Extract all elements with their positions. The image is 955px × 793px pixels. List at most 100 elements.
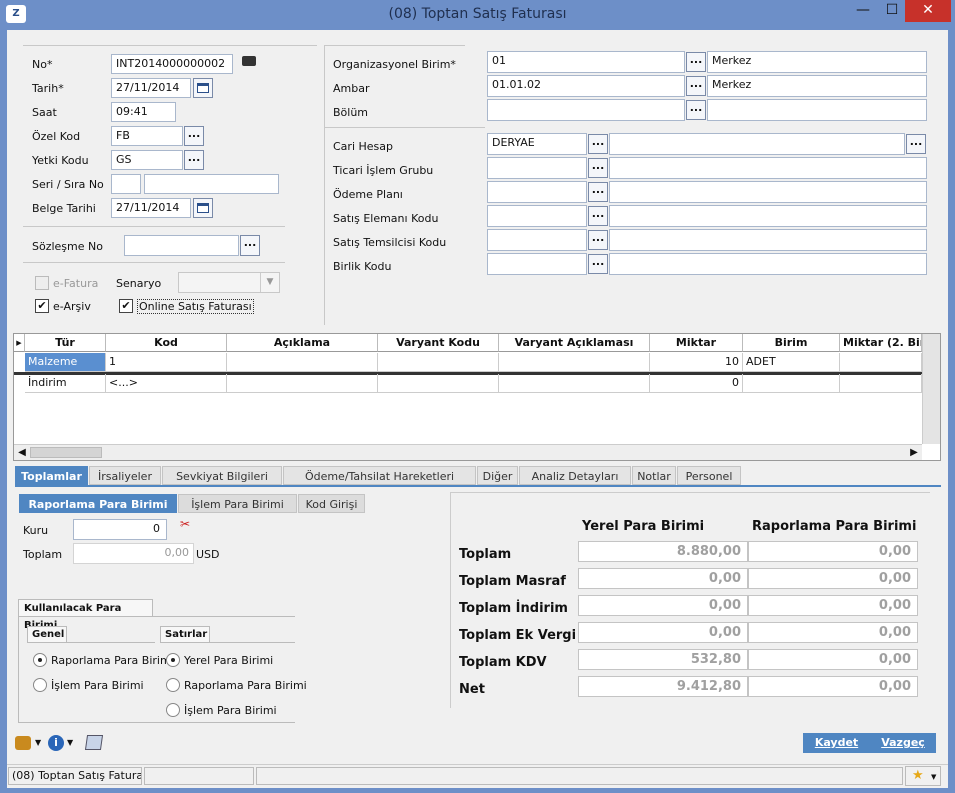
- document-icon[interactable]: [84, 735, 104, 750]
- scroll-thumb[interactable]: [30, 447, 102, 458]
- cari-hesap-name[interactable]: [609, 133, 905, 155]
- minimize-button[interactable]: —: [848, 0, 878, 22]
- grid-cell-birim[interactable]: ADET: [743, 353, 840, 372]
- line-items-grid[interactable]: ▶ Tür Kod Açıklama Varyant Kodu Varyant …: [13, 333, 941, 461]
- info-icon[interactable]: i: [48, 735, 64, 751]
- tab-notlar[interactable]: Notlar: [632, 466, 676, 485]
- tools-icon[interactable]: [15, 736, 31, 750]
- tab-irsaliyeler[interactable]: İrsaliyeler: [89, 466, 161, 485]
- satis-elemani-lookup-button[interactable]: ...: [588, 206, 608, 226]
- chevron-down-icon[interactable]: ▼: [67, 738, 73, 747]
- grid-cell-aciklama[interactable]: [227, 353, 378, 372]
- cancel-button[interactable]: Vazgeç: [870, 733, 936, 753]
- chevron-down-icon[interactable]: ▼: [35, 738, 41, 747]
- scroll-left-icon[interactable]: ◀: [14, 445, 30, 460]
- tarih-field[interactable]: 27/11/2014: [111, 78, 191, 98]
- cari-hesap-name-lookup-button[interactable]: ...: [906, 134, 926, 154]
- ambar-lookup-button[interactable]: ...: [686, 76, 706, 96]
- satis-elemani-field[interactable]: [487, 205, 587, 227]
- ambar-field[interactable]: 01.01.02: [487, 75, 685, 97]
- tab-analiz-detaylari[interactable]: Analiz Detayları: [519, 466, 631, 485]
- chevron-down-icon[interactable]: ▼: [260, 273, 279, 292]
- subtab-kod-girisi[interactable]: Kod Girişi: [298, 494, 365, 513]
- satir-raporlama-radio[interactable]: [166, 678, 180, 692]
- chevron-down-icon[interactable]: ▼: [931, 773, 936, 781]
- ticari-islem-lookup-button[interactable]: ...: [588, 158, 608, 178]
- grid-cell-aciklama[interactable]: [227, 374, 378, 393]
- grid-cell-miktar-2[interactable]: [840, 353, 922, 372]
- grid-cell-tur[interactable]: Malzeme: [25, 353, 106, 372]
- no-field[interactable]: INT2014000000002: [111, 54, 233, 74]
- tab-diger[interactable]: Diğer: [477, 466, 518, 485]
- sira-field[interactable]: [144, 174, 279, 194]
- earsiv-checkbox[interactable]: ✔: [35, 299, 49, 313]
- yetki-kodu-field[interactable]: GS: [111, 150, 183, 170]
- efatura-checkbox[interactable]: [35, 276, 49, 290]
- org-birim-lookup-button[interactable]: ...: [686, 52, 706, 72]
- belge-tarihi-field[interactable]: 27/11/2014: [111, 198, 191, 218]
- col-header-varyant-kodu[interactable]: Varyant Kodu: [378, 334, 499, 352]
- grid-cell-birim[interactable]: [743, 374, 840, 393]
- genel-raporlama-radio[interactable]: [33, 653, 47, 667]
- col-header-miktar[interactable]: Miktar: [650, 334, 743, 352]
- org-birim-field[interactable]: 01: [487, 51, 685, 73]
- satis-temsilcisi-field[interactable]: [487, 229, 587, 251]
- subtab-raporlama[interactable]: Raporlama Para Birimi: [19, 494, 177, 513]
- grid-cell-varyant-kodu[interactable]: [378, 374, 499, 393]
- odeme-plani-field[interactable]: [487, 181, 587, 203]
- close-button[interactable]: ✕: [905, 0, 951, 22]
- odeme-plani-lookup-button[interactable]: ...: [588, 182, 608, 202]
- yetki-kodu-lookup-button[interactable]: ...: [184, 150, 204, 170]
- sozlesme-field[interactable]: [124, 235, 239, 256]
- tab-toplamlar[interactable]: Toplamlar: [15, 466, 88, 485]
- satis-temsilcisi-lookup-button[interactable]: ...: [588, 230, 608, 250]
- kuru-field[interactable]: 0: [73, 519, 167, 540]
- satir-yerel-radio[interactable]: [166, 653, 180, 667]
- satir-islem-label: İşlem Para Birimi: [184, 704, 277, 717]
- grid-cell-kod[interactable]: 1: [106, 353, 227, 372]
- grid-cell-miktar[interactable]: 0: [650, 374, 743, 393]
- subtab-islem[interactable]: İşlem Para Birimi: [178, 494, 297, 513]
- calendar-icon[interactable]: [193, 198, 213, 218]
- camera-icon[interactable]: [242, 56, 256, 66]
- col-header-miktar-2-birim[interactable]: Miktar (2. Birim: [840, 334, 922, 352]
- cari-hesap-lookup-button[interactable]: ...: [588, 134, 608, 154]
- grid-cell-varyant-aciklamasi[interactable]: [499, 374, 650, 393]
- vertical-scrollbar[interactable]: [922, 334, 940, 444]
- calendar-icon[interactable]: [193, 78, 213, 98]
- bolum-field[interactable]: [487, 99, 685, 121]
- grid-cell-miktar[interactable]: 10: [650, 353, 743, 372]
- horizontal-scrollbar[interactable]: ◀ ▶: [14, 444, 922, 460]
- tab-sevkiyat-bilgileri[interactable]: Sevkiyat Bilgileri: [162, 466, 282, 485]
- currency-rate-icon[interactable]: ✂: [180, 518, 194, 530]
- ozel-kod-field[interactable]: FB: [111, 126, 183, 146]
- online-satis-checkbox[interactable]: ✔: [119, 299, 133, 313]
- col-header-birim[interactable]: Birim: [743, 334, 840, 352]
- birlik-kodu-field[interactable]: [487, 253, 587, 275]
- col-header-tur[interactable]: Tür: [25, 334, 106, 352]
- birlik-kodu-lookup-button[interactable]: ...: [588, 254, 608, 274]
- bolum-lookup-button[interactable]: ...: [686, 100, 706, 120]
- col-header-kod[interactable]: Kod: [106, 334, 227, 352]
- scroll-right-icon[interactable]: ▶: [906, 445, 922, 460]
- tab-personel[interactable]: Personel: [677, 466, 741, 485]
- save-button[interactable]: Kaydet: [803, 733, 870, 753]
- divider: [324, 45, 325, 325]
- ozel-kod-lookup-button[interactable]: ...: [184, 126, 204, 146]
- grid-cell-varyant-aciklamasi[interactable]: [499, 353, 650, 372]
- col-header-aciklama[interactable]: Açıklama: [227, 334, 378, 352]
- sozlesme-lookup-button[interactable]: ...: [240, 235, 260, 256]
- maximize-button[interactable]: ☐: [877, 0, 907, 22]
- tab-odeme-tahsilat[interactable]: Ödeme/Tahsilat Hareketleri: [283, 466, 476, 485]
- grid-cell-miktar-2[interactable]: [840, 374, 922, 393]
- ticari-islem-field[interactable]: [487, 157, 587, 179]
- seri-field[interactable]: [111, 174, 141, 194]
- grid-cell-kod[interactable]: <...>: [106, 374, 227, 393]
- grid-cell-tur[interactable]: İndirim: [25, 374, 106, 393]
- satir-islem-radio[interactable]: [166, 703, 180, 717]
- genel-islem-radio[interactable]: [33, 678, 47, 692]
- grid-cell-varyant-kodu[interactable]: [378, 353, 499, 372]
- saat-field[interactable]: 09:41: [111, 102, 176, 122]
- cari-hesap-field[interactable]: DERYAE: [487, 133, 587, 155]
- col-header-varyant-aciklamasi[interactable]: Varyant Açıklaması: [499, 334, 650, 352]
